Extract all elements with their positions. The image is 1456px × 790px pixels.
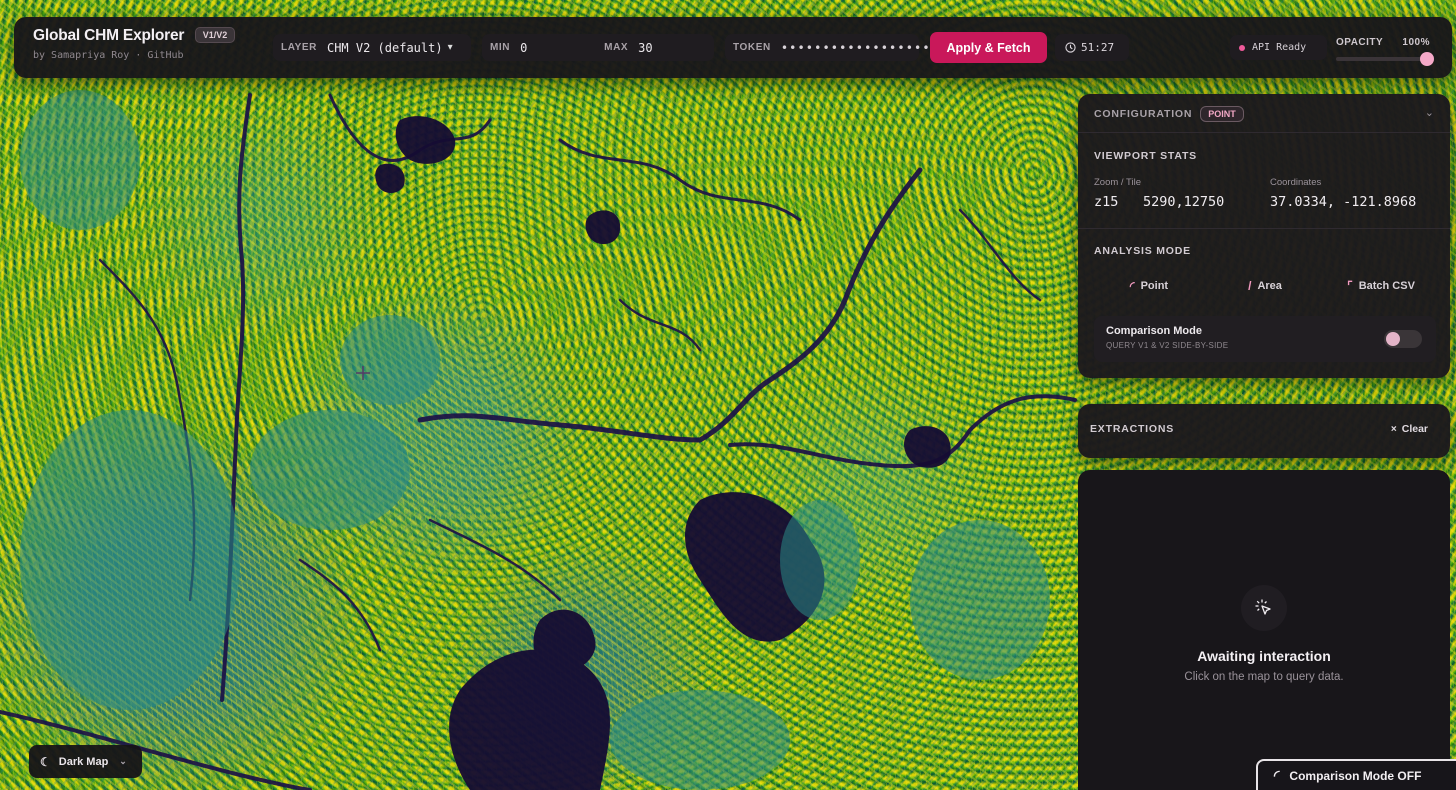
config-header[interactable]: CONFIGURATION POINT bbox=[1094, 106, 1244, 122]
comparison-status-text: Comparison Mode OFF bbox=[1289, 768, 1422, 783]
clear-button[interactable]: × Clear bbox=[1391, 423, 1428, 435]
token-label: TOKEN bbox=[733, 42, 771, 53]
top-toolbar: Global CHM Explorer V1/V2 by Samapriya R… bbox=[14, 17, 1452, 78]
api-status-text: API Ready bbox=[1252, 42, 1307, 53]
divider bbox=[1078, 132, 1450, 133]
config-title: CONFIGURATION bbox=[1094, 108, 1193, 120]
zoom-value: z15 bbox=[1094, 194, 1119, 210]
layer-select[interactable]: LAYER CHM V2 (default) ▾ bbox=[273, 34, 471, 61]
opacity-slider[interactable] bbox=[1336, 52, 1434, 66]
max-input[interactable]: 30 bbox=[638, 41, 652, 55]
close-icon: × bbox=[1390, 423, 1397, 435]
mode-point-label: Point bbox=[1140, 280, 1169, 292]
point-arc-icon: ◜ bbox=[1129, 279, 1135, 293]
mode-batch-label: Batch CSV bbox=[1358, 280, 1415, 292]
min-label: MIN bbox=[490, 42, 511, 53]
viewport-stats-title: VIEWPORT STATS bbox=[1094, 150, 1197, 162]
moon-icon: ☾ bbox=[40, 754, 51, 769]
opacity-label: OPACITY bbox=[1336, 37, 1384, 48]
corner-icon: ⌜ bbox=[1347, 279, 1353, 293]
opacity-control: OPACITY 100% bbox=[1336, 37, 1434, 66]
basemap-label: Dark Map bbox=[58, 755, 109, 768]
divider bbox=[1078, 228, 1450, 229]
max-label: MAX bbox=[604, 42, 629, 53]
pencil-icon: / bbox=[1248, 279, 1252, 293]
comparison-mode-toggle[interactable] bbox=[1384, 330, 1422, 348]
mode-point-button[interactable]: ◜ Point bbox=[1094, 269, 1204, 303]
session-timer: 51:27 bbox=[1055, 34, 1129, 61]
layer-label: LAYER bbox=[281, 42, 317, 53]
basemap-select[interactable]: ☾ Dark Map ⌄ bbox=[29, 745, 142, 778]
range-inputs: MIN 0 MAX 30 bbox=[482, 34, 714, 61]
toggle-knob bbox=[1386, 332, 1400, 346]
coordinates-value: 37.0334, -121.8968 bbox=[1270, 194, 1417, 210]
extractions-header: EXTRACTIONS × Clear bbox=[1078, 404, 1450, 458]
mode-batch-csv-button[interactable]: ⌜ Batch CSV bbox=[1326, 269, 1436, 303]
brand: Global CHM Explorer V1/V2 by Samapriya R… bbox=[33, 27, 236, 61]
comparison-mode-title: Comparison Mode bbox=[1106, 325, 1202, 337]
empty-state-subtitle: Click on the map to query data. bbox=[1184, 671, 1344, 683]
comparison-status-banner: ◜ Comparison Mode OFF bbox=[1256, 759, 1456, 790]
coordinates-label: Coordinates bbox=[1270, 177, 1322, 188]
arc-icon: ◜ bbox=[1274, 767, 1280, 783]
zoom-label: Zoom / Tile bbox=[1094, 177, 1141, 188]
analysis-mode-title: ANALYSIS MODE bbox=[1094, 245, 1191, 257]
api-status: API Ready bbox=[1230, 35, 1327, 60]
mode-badge: POINT bbox=[1200, 106, 1244, 122]
extractions-list: Awaiting interaction Click on the map to… bbox=[1078, 470, 1450, 790]
comparison-mode-subtitle: QUERY V1 & V2 SIDE-BY-SIDE bbox=[1106, 341, 1229, 350]
status-dot-icon bbox=[1239, 44, 1245, 51]
min-input[interactable]: 0 bbox=[520, 41, 604, 55]
empty-state-badge bbox=[1241, 585, 1287, 631]
mode-area-button[interactable]: / Area bbox=[1210, 269, 1320, 303]
clock-icon bbox=[1065, 42, 1076, 53]
layer-value: CHM V2 (default) bbox=[326, 40, 443, 55]
opacity-slider-knob[interactable] bbox=[1420, 52, 1434, 66]
empty-state-title: Awaiting interaction bbox=[1197, 648, 1331, 664]
app-title: Global CHM Explorer bbox=[33, 27, 185, 44]
token-input[interactable]: •••••••••••••••••• bbox=[781, 41, 931, 55]
chevron-down-icon: ⌄ bbox=[119, 756, 127, 766]
mode-area-label: Area bbox=[1257, 280, 1282, 292]
extractions-title: EXTRACTIONS bbox=[1090, 423, 1175, 435]
version-badge: V1/V2 bbox=[194, 27, 236, 43]
apply-fetch-button[interactable]: Apply & Fetch bbox=[930, 32, 1047, 63]
timer-value: 51:27 bbox=[1081, 41, 1115, 54]
configuration-panel: CONFIGURATION POINT ⌄ VIEWPORT STATS Zoo… bbox=[1078, 94, 1450, 378]
chevron-down-icon[interactable]: ⌄ bbox=[1425, 106, 1434, 119]
author-byline[interactable]: by Samapriya Roy · GitHub bbox=[33, 50, 235, 61]
cursor-click-icon bbox=[1255, 599, 1271, 615]
comparison-mode-row: Comparison Mode QUERY V1 & V2 SIDE-BY-SI… bbox=[1094, 316, 1436, 362]
chevron-down-icon: ▾ bbox=[447, 42, 453, 53]
token-field[interactable]: TOKEN •••••••••••••••••• bbox=[725, 34, 930, 61]
opacity-value: 100% bbox=[1402, 37, 1430, 48]
clear-label: Clear bbox=[1401, 423, 1428, 435]
tile-value: 5290,12750 bbox=[1143, 194, 1225, 210]
